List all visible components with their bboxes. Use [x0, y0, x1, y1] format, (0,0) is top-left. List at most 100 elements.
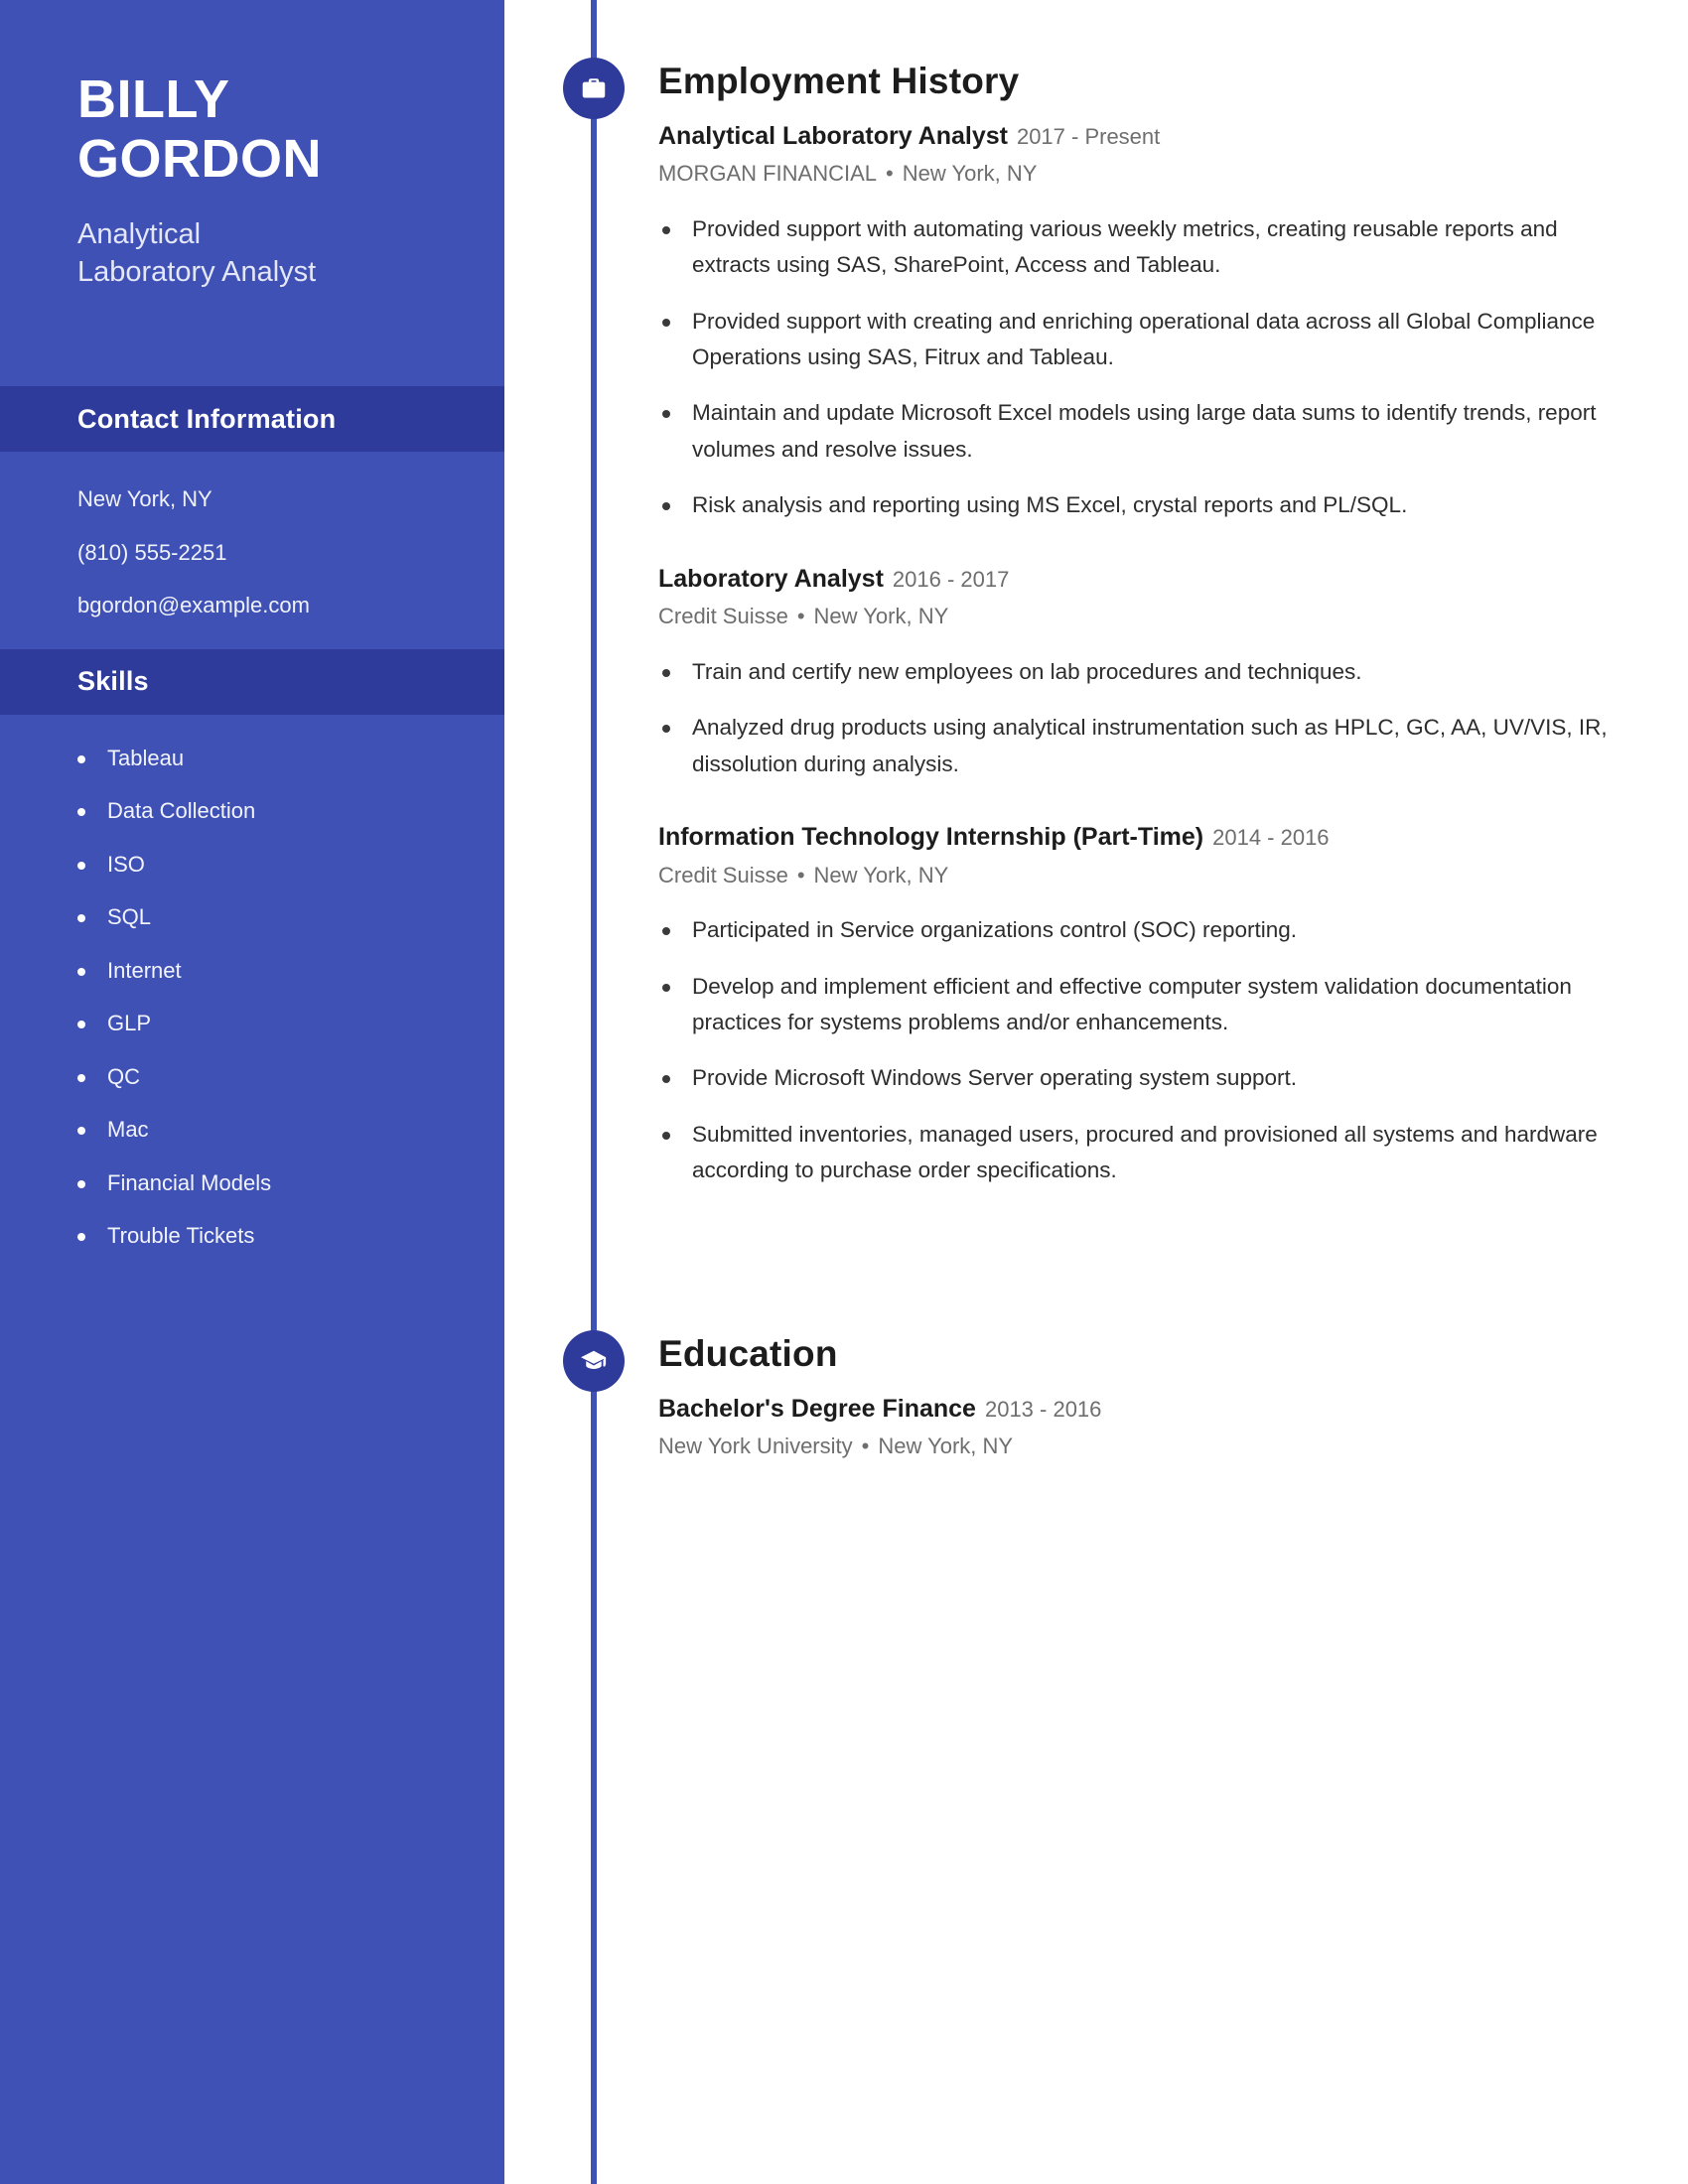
employment-bullets: Train and certify new employees on lab p…	[658, 654, 1651, 782]
meta-separator-icon: •	[796, 862, 805, 887]
bullet-item: Develop and implement efficient and effe…	[658, 969, 1651, 1041]
skill-label: Tableau	[107, 745, 185, 770]
education-location: New York, NY	[878, 1433, 1014, 1459]
bullet-dot-icon	[662, 318, 670, 327]
skill-item: ISO	[77, 851, 465, 879]
bullet-dot-icon	[77, 754, 85, 763]
bullet-item: Provide Microsoft Windows Server operati…	[658, 1060, 1651, 1096]
employment-entry: Laboratory Analyst 2016 - 2017 Credit Sui…	[658, 564, 1651, 782]
employment-entry-head: Analytical Laboratory Analyst 2017 - Pres…	[658, 121, 1651, 152]
skill-label: SQL	[107, 904, 152, 930]
bullet-text: Develop and implement efficient and effe…	[692, 973, 1572, 1034]
bullet-dot-icon	[662, 927, 670, 936]
employment-company: Credit Suisse	[658, 604, 788, 629]
skill-label: Mac	[107, 1117, 149, 1143]
main-content: Employment History Analytical Laboratory…	[504, 0, 1688, 2184]
employment-bullets: Participated in Service organizations co…	[658, 912, 1651, 1189]
skill-item: Mac	[77, 1116, 465, 1144]
contact-information-heading: Contact Information	[0, 386, 504, 453]
last-name: GORDON	[77, 129, 322, 190]
education-school: New York University	[658, 1433, 853, 1459]
education-entry: Bachelor's Degree Finance 2013 - 2016 New…	[658, 1394, 1651, 1460]
bullet-dot-icon	[77, 967, 85, 976]
bullet-dot-icon	[77, 1021, 85, 1029]
bullet-text: Maintain and update Microsoft Excel mode…	[692, 400, 1597, 462]
skill-label: Financial Models	[107, 1169, 272, 1195]
employment-role: Laboratory Analyst	[658, 564, 884, 593]
employment-dates: 2017 - Present	[1016, 123, 1161, 149]
contact-phone[interactable]: (810) 555-2251	[77, 539, 465, 567]
bullet-item: Risk analysis and reporting using MS Exc…	[658, 487, 1651, 523]
employment-history-section: Employment History Analytical Laboratory…	[658, 61, 1651, 1189]
skill-item: Trouble Tickets	[77, 1222, 465, 1250]
employment-history-heading: Employment History	[658, 61, 1020, 101]
employment-entry: Information Technology Internship (Part-…	[658, 822, 1651, 1189]
employment-entry-head: Laboratory Analyst 2016 - 2017	[658, 564, 1651, 595]
education-entry-head: Bachelor's Degree Finance 2013 - 2016	[658, 1394, 1651, 1425]
employment-bullets: Provided support with automating various…	[658, 211, 1651, 524]
employment-location: New York, NY	[813, 862, 949, 887]
skill-label: ISO	[107, 851, 145, 877]
employment-entry-head: Information Technology Internship (Part-…	[658, 822, 1651, 853]
contact-location: New York, NY	[77, 486, 212, 512]
employment-role: Information Technology Internship (Part-…	[658, 823, 1204, 852]
contact-information-body: New York, NY (810) 555-2251 bgordon@exam…	[0, 452, 504, 649]
bullet-dot-icon	[662, 225, 670, 234]
bullet-dot-icon	[662, 502, 670, 511]
headline-line-2: Laboratory Analyst	[77, 256, 317, 289]
bullet-item: Train and certify new employees on lab p…	[658, 654, 1651, 690]
bullet-dot-icon	[662, 668, 670, 677]
education-section: Education Bachelor's Degree Finance 2013 …	[658, 1333, 1651, 1460]
bullet-dot-icon	[77, 1127, 85, 1136]
education-dates: 2013 - 2016	[984, 1396, 1102, 1422]
bullet-text: Participated in Service organizations co…	[692, 917, 1298, 943]
meta-separator-icon: •	[796, 604, 805, 629]
meta-separator-icon: •	[886, 161, 894, 187]
bullet-item: Maintain and update Microsoft Excel mode…	[658, 395, 1651, 468]
employment-meta: Credit Suisse • New York, NY	[658, 862, 1651, 889]
bullet-dot-icon	[662, 1075, 670, 1084]
bullet-text: Risk analysis and reporting using MS Exc…	[692, 492, 1408, 518]
bullet-dot-icon	[77, 861, 85, 870]
skill-item: SQL	[77, 903, 465, 931]
employment-company: MORGAN FINANCIAL	[658, 161, 878, 187]
skill-label: Internet	[107, 957, 182, 983]
bullet-dot-icon	[77, 1179, 85, 1188]
skills-list: Tableau Data Collection ISO SQL Internet…	[0, 715, 504, 1280]
bullet-dot-icon	[662, 983, 670, 992]
skill-label: Trouble Tickets	[107, 1223, 255, 1249]
bullet-item: Participated in Service organizations co…	[658, 912, 1651, 948]
contact-email[interactable]: bgordon@example.com	[77, 592, 465, 619]
bullet-dot-icon	[77, 1233, 85, 1242]
skill-item: QC	[77, 1063, 465, 1091]
employment-location: New York, NY	[813, 604, 949, 629]
graduation-cap-icon	[563, 1330, 625, 1392]
skill-item: Data Collection	[77, 797, 465, 825]
bullet-text: Submitted inventories, managed users, pr…	[692, 1121, 1598, 1183]
bullet-text: Provide Microsoft Windows Server operati…	[692, 1065, 1297, 1091]
employment-meta: MORGAN FINANCIAL • New York, NY	[658, 160, 1651, 188]
employment-dates: 2014 - 2016	[1212, 825, 1330, 851]
bullet-item: Provided support with creating and enric…	[658, 304, 1651, 376]
employment-company: Credit Suisse	[658, 862, 788, 887]
skills-heading: Skills	[0, 648, 504, 715]
education-meta: New York University • New York, NY	[658, 1433, 1651, 1460]
briefcase-icon	[563, 58, 625, 119]
name-block: BILLY GORDON Analytical Laboratory Analy…	[0, 0, 504, 291]
headline-job-title: Analytical Laboratory Analyst	[77, 215, 504, 292]
skill-label: QC	[107, 1063, 140, 1089]
employment-meta: Credit Suisse • New York, NY	[658, 603, 1651, 630]
employment-role: Analytical Laboratory Analyst	[658, 121, 1008, 150]
skill-label: GLP	[107, 1011, 152, 1036]
timeline-rail	[591, 0, 597, 2184]
skill-item: GLP	[77, 1010, 465, 1037]
bullet-dot-icon	[662, 1131, 670, 1140]
bullet-text: Provided support with automating various…	[692, 215, 1558, 278]
bullet-dot-icon	[77, 808, 85, 817]
first-name: BILLY	[77, 69, 230, 129]
headline-line-1: Analytical	[77, 217, 202, 250]
employment-dates: 2016 - 2017	[892, 566, 1010, 592]
education-heading: Education	[658, 1333, 838, 1374]
skill-item: Financial Models	[77, 1169, 465, 1197]
bullet-text: Train and certify new employees on lab p…	[692, 658, 1362, 684]
